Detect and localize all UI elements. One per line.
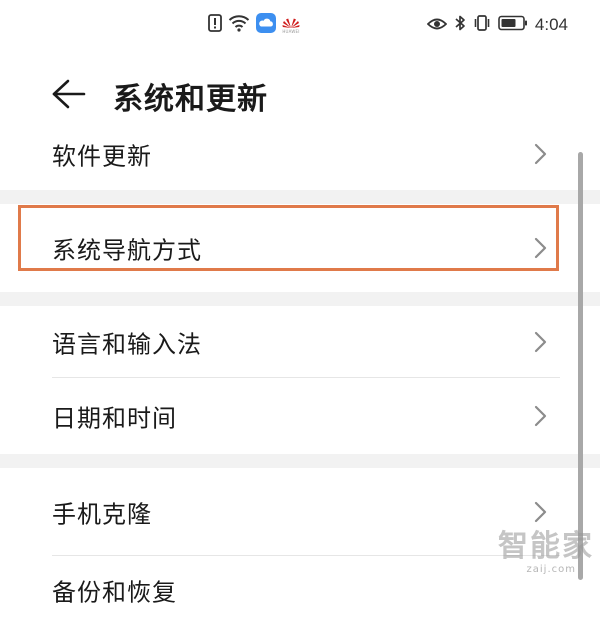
chevron-right-icon [534,405,548,427]
list-item-language-input[interactable]: 语言和输入法 [0,306,600,378]
cloud-icon [256,13,276,37]
bluetooth-icon [454,14,466,36]
wifi-icon [228,14,250,36]
back-arrow-icon[interactable] [48,76,88,112]
list-item-backup-restore[interactable]: 备份和恢复 [0,556,600,624]
page-title: 系统和更新 [113,82,268,117]
chevron-right-icon [534,237,548,259]
huawei-logo-icon: HUAWEI [282,17,300,34]
alert-icon [208,14,222,36]
list-item-label: 语言和输入法 [52,330,202,359]
list-item-label: 软件更新 [52,142,152,171]
vibrate-icon [473,14,491,36]
group-gap [0,292,600,306]
battery-icon [498,15,528,35]
list-item-date-time[interactable]: 日期和时间 [0,378,600,454]
settings-list: 软件更新 系统导航方式 语言和输入法 日期和时间 手机克隆 备份和恢复 [0,118,600,624]
list-item-label: 日期和时间 [52,404,177,433]
chevron-right-icon [534,331,548,353]
chevron-right-icon [534,143,548,165]
list-item-phone-clone[interactable]: 手机克隆 [0,468,600,556]
group-gap [0,454,600,468]
list-item-label: 手机克隆 [52,500,152,529]
status-bar-right: 4:04 [426,14,568,36]
status-bar: HUAWEI 4:04 [0,0,600,50]
huawei-logo-text: HUAWEI [282,28,300,34]
list-item-system-navigation[interactable]: 系统导航方式 [0,204,600,292]
group-gap [0,190,600,204]
status-bar-left: HUAWEI [208,13,300,37]
scrollbar[interactable] [578,152,583,580]
list-item-label: 备份和恢复 [52,578,177,607]
list-item-label: 系统导航方式 [52,236,202,265]
status-time: 4:04 [534,15,568,34]
chevron-right-icon [534,501,548,523]
list-item-software-update[interactable]: 软件更新 [0,118,600,190]
eye-icon [426,16,448,35]
